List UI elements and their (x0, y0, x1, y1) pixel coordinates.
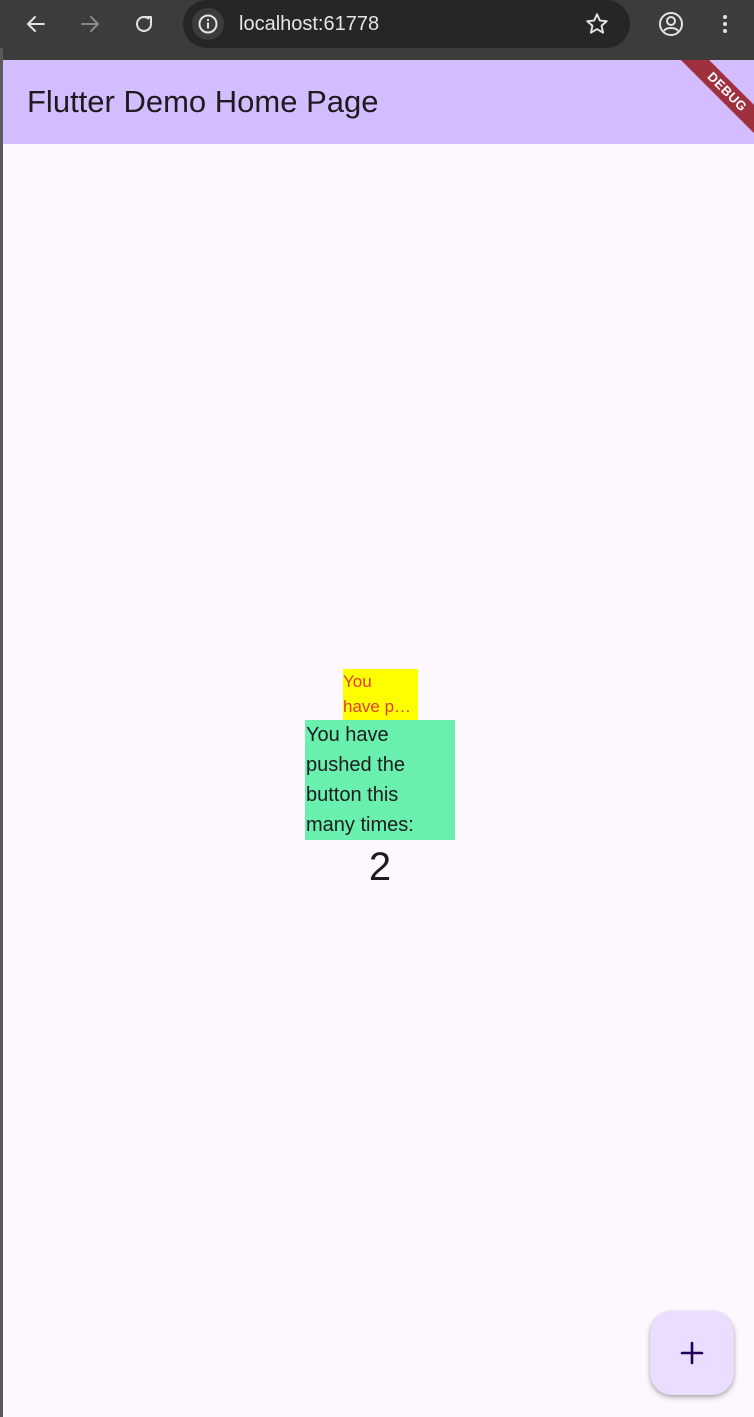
plus-icon (680, 1341, 704, 1365)
truncated-text-box: You have p… (343, 669, 418, 720)
app-bar-top-strip (3, 48, 754, 60)
browser-toolbar: localhost:61778 (0, 0, 754, 48)
back-button[interactable] (16, 0, 56, 48)
bookmark-button[interactable] (584, 11, 610, 42)
profile-button[interactable] (651, 0, 691, 48)
browser-menu-button[interactable] (705, 0, 745, 48)
message-line-1: You have (306, 724, 389, 746)
message-line-2: pushed the (306, 754, 405, 776)
star-icon (586, 13, 608, 34)
page-title: Flutter Demo Home Page (27, 84, 379, 119)
site-info-button[interactable] (192, 8, 224, 40)
reload-button[interactable] (124, 0, 164, 48)
message-line-4: many times: (306, 814, 414, 836)
truncated-text-line-1: You (343, 672, 372, 691)
info-icon (198, 14, 218, 34)
counter-value: 2 (368, 845, 392, 889)
forward-button[interactable] (70, 0, 110, 48)
address-bar[interactable]: localhost:61778 (183, 0, 630, 48)
arrow-left-icon (27, 16, 45, 32)
profile-icon (659, 12, 683, 36)
debug-label: DEBUG (673, 60, 754, 146)
truncated-text-line-2: have p… (343, 697, 412, 716)
message-line-3: button this (306, 784, 399, 806)
more-vert-icon (723, 15, 727, 33)
message-box: You have pushed the button this many tim… (305, 720, 455, 840)
reload-icon (136, 15, 152, 32)
arrow-right-icon (81, 16, 99, 32)
url-text: localhost:61778 (239, 13, 380, 35)
increment-button[interactable] (650, 1311, 734, 1395)
debug-banner: DEBUG (664, 60, 754, 150)
